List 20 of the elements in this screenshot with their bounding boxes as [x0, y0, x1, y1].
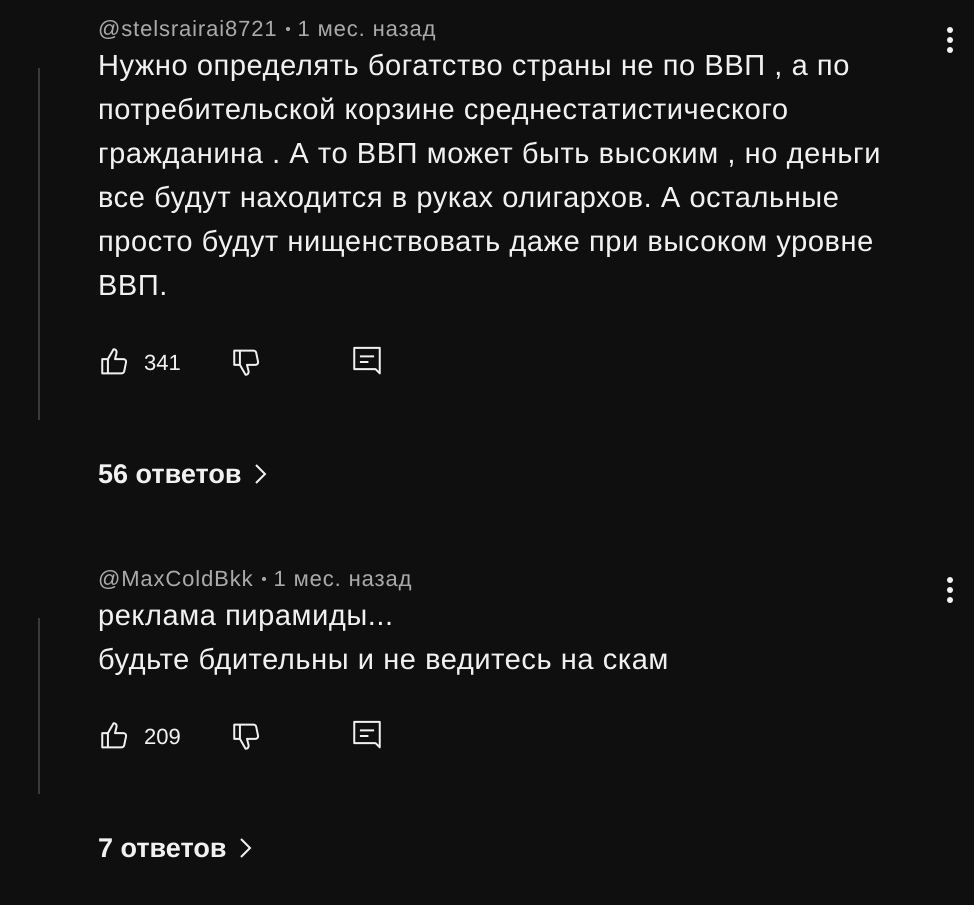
chevron-right-icon	[253, 462, 268, 486]
like-count: 341	[144, 348, 182, 376]
comment-text-line: будьте бдительны и не ведитесь на скам	[98, 643, 669, 678]
comment-text-line: все будут находится в руках олигархов. А остальные	[98, 181, 840, 216]
comment-text-line: потребительской корзине среднестатистического	[98, 93, 789, 128]
comment-text-line: Нужно определять богатство страны не по ВВП , а по	[98, 49, 850, 84]
replies-link[interactable]: 56 ответов	[98, 458, 268, 490]
comment-text-line: гражданина . А то ВВП может быть высоким , но деньги	[98, 137, 881, 172]
chevron-right-icon	[238, 836, 252, 860]
like-count: 209	[144, 722, 182, 750]
comment-author[interactable]: @MaxColdBkk	[98, 566, 254, 592]
replies-link[interactable]: 7 ответов	[98, 832, 252, 864]
more-options-icon[interactable]	[946, 576, 954, 604]
comment-author[interactable]: @stelsrairai8721	[98, 16, 278, 42]
comment-text-line: просто будут нищенствовать даже при высоком уровне	[98, 225, 874, 260]
comment-time: 1 мес. назад	[298, 16, 436, 42]
comment-text-line: ВВП.	[98, 269, 168, 304]
comment-text-line: реклама пирамиды...	[98, 599, 394, 634]
more-options-icon[interactable]	[946, 26, 954, 54]
comment-time: 1 мес. назад	[274, 566, 412, 592]
